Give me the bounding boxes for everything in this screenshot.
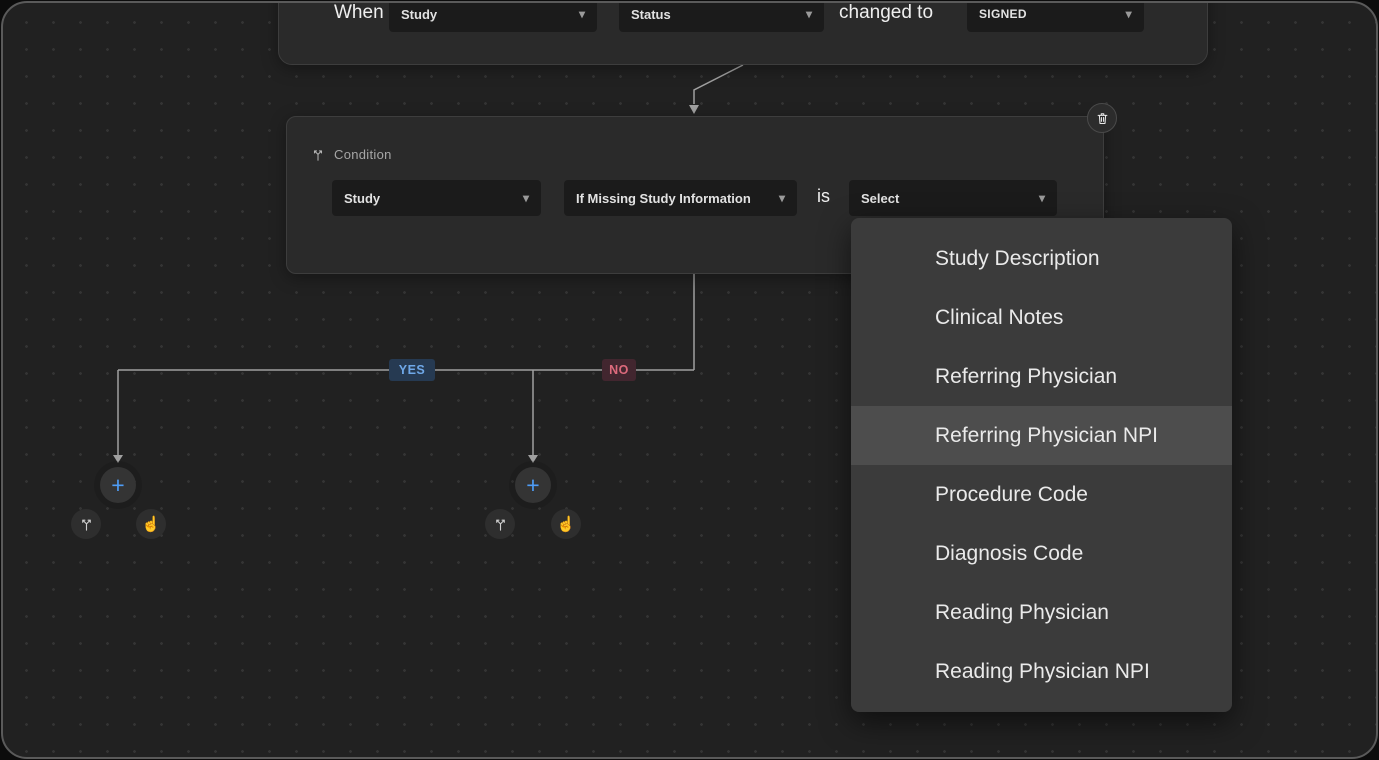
condition-field-dropdown[interactable]: If Missing Study Information ▾ [564,180,797,216]
menu-item-reading-physician[interactable]: Reading Physician [851,583,1232,642]
trigger-status-dropdown[interactable]: SIGNED ▾ [967,1,1144,32]
trigger-status-value: SIGNED [979,7,1027,21]
hand-icon: ☝ [557,515,576,533]
workflow-canvas: When Study ▾ Status ▾ changed to SIGNED … [1,1,1378,759]
add-node-button-no[interactable]: + [515,467,551,503]
yes-branch-label: YES [389,359,435,381]
add-node-button-yes[interactable]: + [100,467,136,503]
trigger-node: When Study ▾ Status ▾ changed to SIGNED … [278,1,1208,65]
menu-item-referring-physician-npi[interactable]: Referring Physician NPI [851,406,1232,465]
branch-icon [493,517,508,532]
chevron-down-icon: ▾ [806,7,812,21]
menu-item-diagnosis-code[interactable]: Diagnosis Code [851,524,1232,583]
trigger-field-value: Status [631,7,671,22]
plus-icon: + [111,472,124,499]
menu-item-clinical-notes[interactable]: Clinical Notes [851,288,1232,347]
when-label: When [334,2,384,24]
trigger-entity-value: Study [401,7,437,22]
chevron-down-icon: ▾ [1126,7,1132,21]
chevron-down-icon: ▾ [579,7,585,21]
no-branch-label: NO [602,359,636,381]
menu-item-procedure-code[interactable]: Procedure Code [851,465,1232,524]
trigger-field-dropdown[interactable]: Status ▾ [619,1,824,32]
branch-icon [311,148,325,162]
menu-item-reading-physician-npi[interactable]: Reading Physician NPI [851,642,1232,701]
condition-entity-dropdown[interactable]: Study ▾ [332,180,541,216]
branch-icon [79,517,94,532]
delete-node-button[interactable] [1087,103,1117,133]
add-condition-button-no[interactable] [485,509,515,539]
trash-icon [1095,111,1110,126]
hand-icon: ☝ [142,515,161,533]
condition-title: Condition [334,147,392,162]
condition-value-dropdown[interactable]: Select ▾ [849,180,1057,216]
menu-item-referring-physician[interactable]: Referring Physician [851,347,1232,406]
chevron-down-icon: ▾ [1039,191,1045,205]
add-action-button-no[interactable]: ☝ [551,509,581,539]
select-dropdown-menu: Study Description Clinical Notes Referri… [851,218,1232,712]
add-condition-button-yes[interactable] [71,509,101,539]
changed-to-label: changed to [839,2,933,24]
condition-entity-value: Study [344,191,380,206]
condition-field-value: If Missing Study Information [576,191,751,206]
condition-value-placeholder: Select [861,191,899,206]
plus-icon: + [526,472,539,499]
is-label: is [817,186,830,207]
add-action-button-yes[interactable]: ☝ [136,509,166,539]
menu-item-study-description[interactable]: Study Description [851,229,1232,288]
trigger-entity-dropdown[interactable]: Study ▾ [389,1,597,32]
chevron-down-icon: ▾ [779,191,785,205]
chevron-down-icon: ▾ [523,191,529,205]
